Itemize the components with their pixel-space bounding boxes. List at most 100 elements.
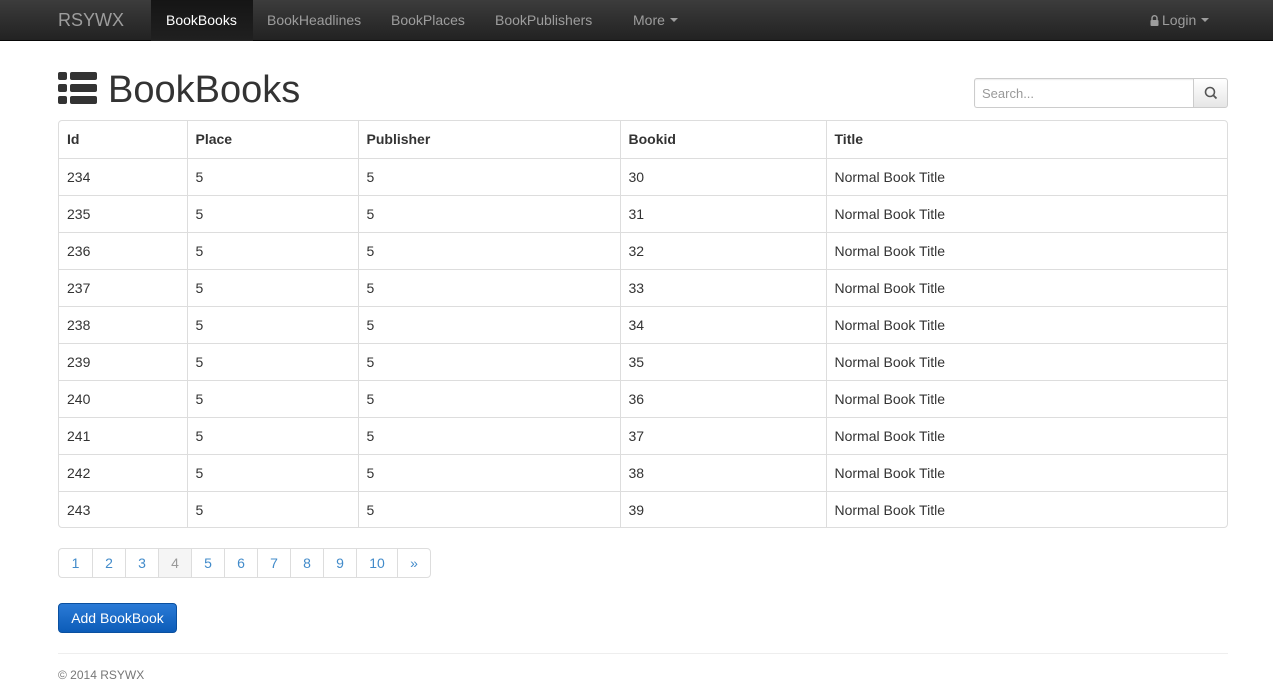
cell-title: Normal Book Title — [825, 305, 1227, 343]
cell-title: Normal Book Title — [825, 490, 1227, 527]
cell-publisher: 5 — [357, 416, 620, 454]
cell-id: 239 — [59, 342, 187, 380]
table-row[interactable]: 236 5 5 32 Normal Book Title — [59, 231, 1227, 269]
cell-place: 5 — [186, 157, 358, 195]
cell-title: Normal Book Title — [825, 342, 1227, 380]
cell-publisher: 5 — [357, 194, 620, 232]
page-link-10[interactable]: 10 — [356, 549, 397, 577]
cell-bookid: 32 — [619, 231, 826, 269]
table-row[interactable]: 241 5 5 37 Normal Book Title — [59, 416, 1227, 454]
cell-place: 5 — [186, 379, 358, 417]
page-link-next[interactable]: » — [397, 549, 430, 577]
cell-bookid: 31 — [619, 194, 826, 232]
cell-id: 241 — [59, 416, 187, 454]
chevron-down-icon — [669, 18, 678, 23]
chevron-down-icon — [1201, 18, 1210, 23]
cell-id: 243 — [59, 490, 187, 527]
cell-title: Normal Book Title — [825, 453, 1227, 491]
table-row[interactable]: 242 5 5 38 Normal Book Title — [59, 453, 1227, 491]
cell-bookid: 38 — [619, 453, 826, 491]
page-link-4-current[interactable]: 4 — [158, 549, 191, 577]
nav-item-bookbooks[interactable]: BookBooks — [151, 0, 253, 41]
login-label: Login — [1162, 12, 1197, 28]
cell-title: Normal Book Title — [825, 379, 1227, 417]
cell-title: Normal Book Title — [825, 231, 1227, 269]
page-link-9[interactable]: 9 — [323, 549, 356, 577]
cell-publisher: 5 — [357, 305, 620, 343]
cell-id: 242 — [59, 453, 187, 491]
nav-item-bookheadlines[interactable]: BookHeadlines — [267, 0, 361, 41]
cell-publisher: 5 — [357, 453, 620, 491]
cell-publisher: 5 — [357, 231, 620, 269]
cell-place: 5 — [186, 194, 358, 232]
search-button[interactable] — [1193, 78, 1228, 108]
cell-id: 235 — [59, 194, 187, 232]
cell-publisher: 5 — [357, 490, 620, 527]
pagination: 1 2 3 4 5 6 7 8 9 10 » — [58, 548, 431, 578]
footer-divider — [58, 653, 1228, 654]
cell-publisher: 5 — [357, 342, 620, 380]
table-row[interactable]: 240 5 5 36 Normal Book Title — [59, 379, 1227, 417]
page-link-8[interactable]: 8 — [290, 549, 323, 577]
cell-bookid: 30 — [619, 157, 826, 195]
column-header-publisher[interactable]: Publisher — [357, 121, 620, 158]
page-link-2[interactable]: 2 — [92, 549, 125, 577]
page-link-3[interactable]: 3 — [125, 549, 158, 577]
table-row[interactable]: 238 5 5 34 Normal Book Title — [59, 305, 1227, 343]
brand-link[interactable]: RSYWX — [58, 0, 124, 41]
table-row[interactable]: 243 5 5 39 Normal Book Title — [59, 490, 1227, 527]
cell-title: Normal Book Title — [825, 157, 1227, 195]
cell-id: 240 — [59, 379, 187, 417]
login-menu[interactable]: Login — [1150, 0, 1210, 41]
cell-bookid: 36 — [619, 379, 826, 417]
cell-place: 5 — [186, 342, 358, 380]
table-row[interactable]: 235 5 5 31 Normal Book Title — [59, 194, 1227, 232]
cell-title: Normal Book Title — [825, 194, 1227, 232]
cell-bookid: 39 — [619, 490, 826, 527]
cell-bookid: 37 — [619, 416, 826, 454]
table-header-row: Id Place Publisher Bookid Title — [59, 121, 1227, 158]
footer-copyright: © 2014 RSYWX — [58, 668, 145, 682]
cell-bookid: 33 — [619, 268, 826, 306]
cell-place: 5 — [186, 305, 358, 343]
table-row[interactable]: 239 5 5 35 Normal Book Title — [59, 342, 1227, 380]
page-link-1[interactable]: 1 — [59, 549, 92, 577]
page-title: BookBooks — [108, 69, 301, 111]
cell-place: 5 — [186, 416, 358, 454]
cell-title: Normal Book Title — [825, 416, 1227, 454]
cell-id: 236 — [59, 231, 187, 269]
column-header-id[interactable]: Id — [59, 121, 187, 158]
page-link-7[interactable]: 7 — [257, 549, 290, 577]
nav-item-more[interactable]: More — [633, 0, 678, 41]
table-row[interactable]: 237 5 5 33 Normal Book Title — [59, 268, 1227, 306]
more-label: More — [633, 12, 665, 28]
column-header-bookid[interactable]: Bookid — [619, 121, 826, 158]
search-form — [974, 78, 1228, 108]
search-input[interactable] — [974, 78, 1194, 108]
cell-publisher: 5 — [357, 379, 620, 417]
search-icon — [1204, 86, 1218, 100]
nav-item-bookplaces[interactable]: BookPlaces — [391, 0, 465, 41]
nav-item-bookpublishers[interactable]: BookPublishers — [495, 0, 592, 41]
add-bookbook-button[interactable]: Add BookBook — [58, 603, 177, 633]
lock-icon — [1150, 14, 1159, 26]
bookbooks-table: Id Place Publisher Bookid Title 234 5 5 30 N… — [58, 120, 1228, 528]
cell-title: Normal Book Title — [825, 268, 1227, 306]
list-icon — [58, 72, 97, 104]
column-header-title[interactable]: Title — [825, 121, 1227, 158]
cell-id: 238 — [59, 305, 187, 343]
table-row[interactable]: 234 5 5 30 Normal Book Title — [59, 157, 1227, 195]
cell-place: 5 — [186, 453, 358, 491]
page-link-5[interactable]: 5 — [191, 549, 224, 577]
top-navbar: RSYWX BookBooks BookHeadlines BookPlaces… — [0, 0, 1273, 41]
cell-id: 234 — [59, 157, 187, 195]
cell-place: 5 — [186, 268, 358, 306]
cell-place: 5 — [186, 490, 358, 527]
cell-place: 5 — [186, 231, 358, 269]
page-link-6[interactable]: 6 — [224, 549, 257, 577]
cell-publisher: 5 — [357, 268, 620, 306]
cell-publisher: 5 — [357, 157, 620, 195]
cell-bookid: 35 — [619, 342, 826, 380]
column-header-place[interactable]: Place — [186, 121, 358, 158]
cell-bookid: 34 — [619, 305, 826, 343]
